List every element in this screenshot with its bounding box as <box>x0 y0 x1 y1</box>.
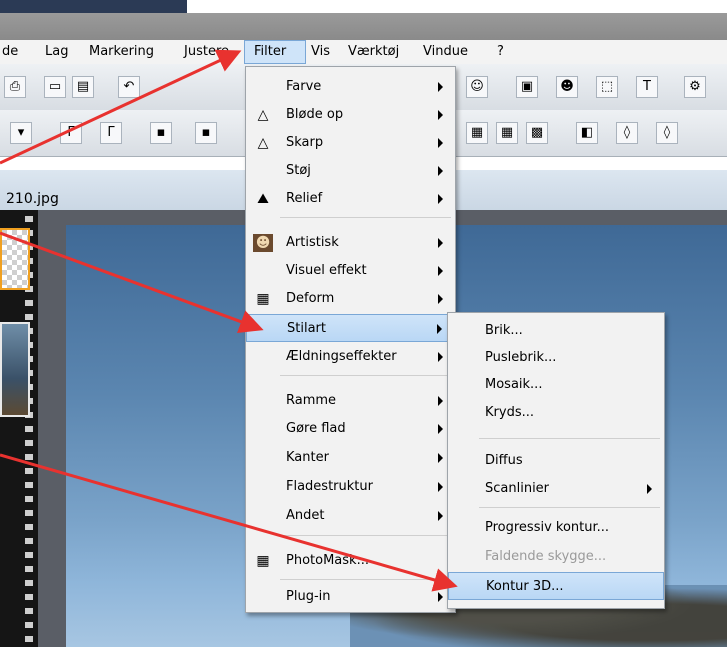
annotation-arrow-to-stilart <box>0 231 264 334</box>
annotation-arrow-to-filter <box>0 49 242 165</box>
annotation-arrow-to-kontur-3d <box>0 453 458 592</box>
annotation-arrows-overlay <box>0 49 458 592</box>
